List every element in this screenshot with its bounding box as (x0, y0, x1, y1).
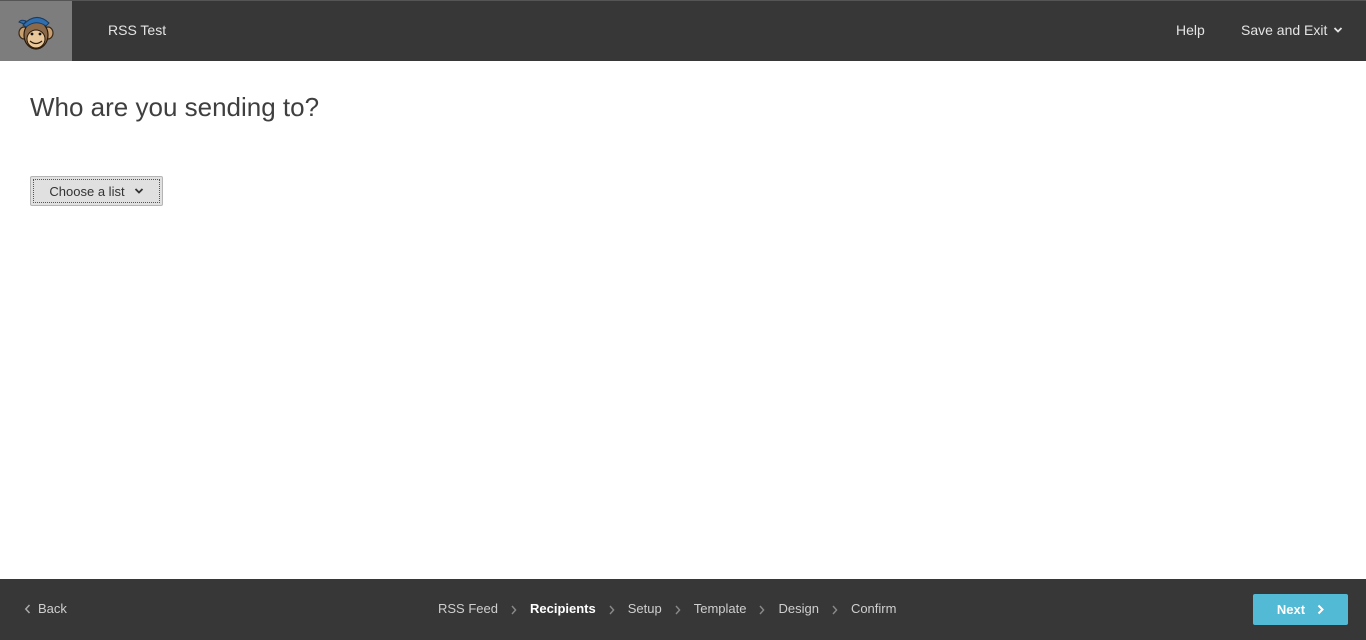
bottom-bar: Back RSS Feed Recipients Setup Template … (0, 579, 1366, 640)
back-button[interactable]: Back (24, 601, 67, 616)
chevron-down-icon (134, 187, 144, 195)
next-label: Next (1276, 602, 1306, 617)
back-label: Back (38, 601, 67, 616)
step-rss-feed[interactable]: RSS Feed (438, 601, 498, 616)
chevron-right-icon (759, 603, 766, 615)
step-design[interactable]: Design (778, 601, 818, 616)
chevron-right-icon (1317, 604, 1325, 615)
choose-list-label: Choose a list (49, 183, 125, 199)
chevron-right-icon (511, 603, 517, 615)
top-bar: RSS Test Help Save and Exit (0, 0, 1366, 61)
chevron-down-icon (1333, 26, 1343, 34)
choose-list-dropdown[interactable]: Choose a list (30, 176, 163, 206)
page-title: Who are you sending to? (30, 92, 320, 122)
step-setup[interactable]: Setup (628, 601, 662, 616)
step-recipients[interactable]: Recipients (530, 601, 596, 616)
chevron-right-icon (832, 603, 838, 615)
step-breadcrumb: RSS Feed Recipients Setup Template Desig… (438, 601, 896, 616)
save-and-exit-label: Save and Exit (1241, 22, 1328, 38)
mailchimp-monkey-logo-icon (18, 17, 54, 50)
help-link[interactable]: Help (1176, 22, 1205, 38)
save-and-exit-menu[interactable]: Save and Exit (1241, 22, 1343, 38)
chevron-right-icon (609, 603, 615, 615)
step-template[interactable]: Template (694, 601, 747, 616)
logo[interactable] (0, 1, 72, 61)
chevron-right-icon (675, 603, 681, 615)
step-confirm[interactable]: Confirm (851, 601, 897, 616)
campaign-title: RSS Test (108, 22, 167, 38)
choose-list-dropdown-inner: Choose a list (33, 179, 160, 203)
chevron-left-icon (24, 603, 31, 614)
next-button[interactable]: Next (1253, 594, 1348, 625)
